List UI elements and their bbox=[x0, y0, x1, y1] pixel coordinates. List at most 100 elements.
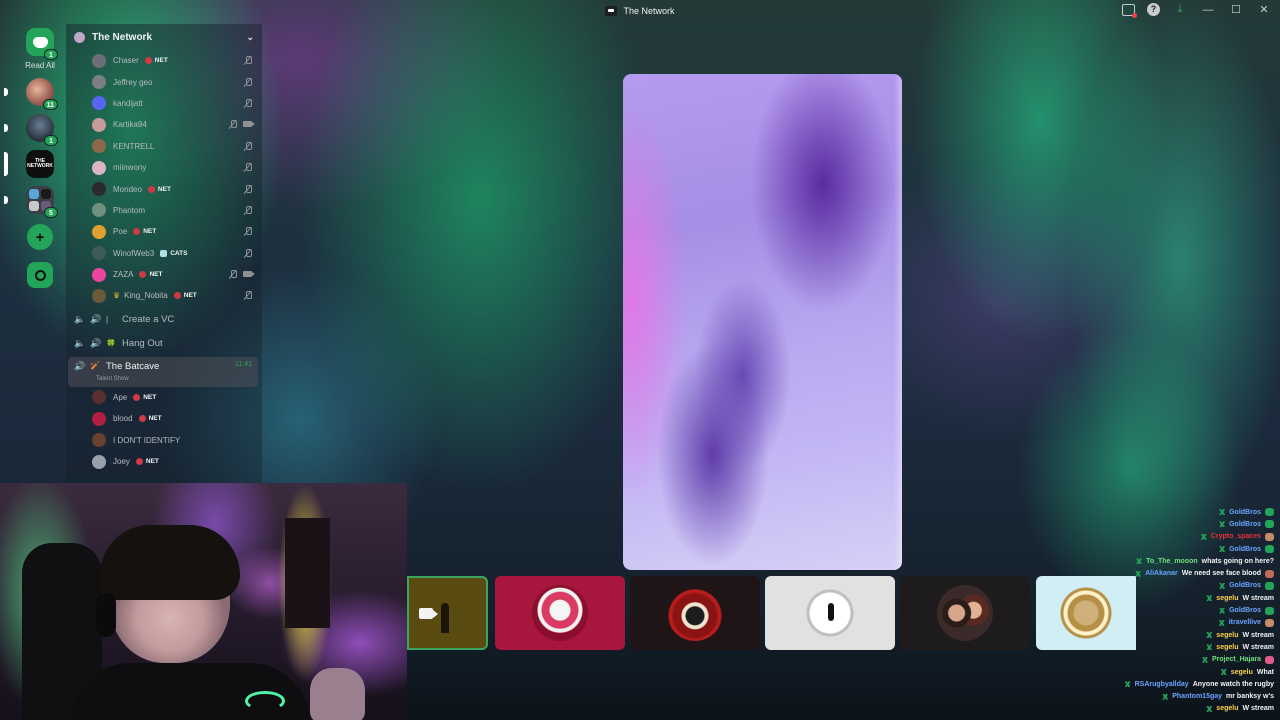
help-icon[interactable]: ? bbox=[1147, 3, 1160, 16]
chat-username[interactable]: segelu bbox=[1216, 595, 1238, 602]
user-name: Mondeo bbox=[113, 184, 142, 194]
chat-username[interactable]: segelu bbox=[1231, 669, 1253, 676]
volume-icon: 🔊 bbox=[90, 314, 102, 325]
channel-sidebar: The Network ⌄ Chaser NET Jeffrey geo kandij… bbox=[66, 24, 262, 484]
participant-tile[interactable] bbox=[900, 576, 1030, 650]
user-name: ZAZA bbox=[113, 270, 134, 280]
voice-user[interactable]: kandijatt bbox=[66, 93, 262, 114]
voice-channel[interactable]: 🔈 🔊 | Create a VC bbox=[66, 309, 262, 331]
chat-username[interactable]: GoldBros bbox=[1229, 607, 1261, 614]
voice-user[interactable]: I DON'T IDENTIFY bbox=[66, 429, 262, 450]
emote-icon bbox=[1265, 520, 1274, 529]
chat-message: To_The_mooon whats going on here? bbox=[1074, 555, 1274, 567]
maximize-icon[interactable]: ☐ bbox=[1228, 3, 1244, 16]
user-status-icons bbox=[229, 270, 255, 279]
unread-pill bbox=[4, 88, 8, 96]
avatar bbox=[92, 160, 106, 175]
download-icon[interactable]: ⤓ bbox=[1172, 3, 1188, 16]
badge-icon bbox=[1219, 521, 1226, 528]
chat-username[interactable]: Project_Hajara bbox=[1212, 656, 1261, 663]
badge-icon bbox=[1218, 619, 1225, 626]
server-folder[interactable]: 5 bbox=[4, 186, 58, 218]
video-edge bbox=[894, 74, 902, 570]
mic-muted-icon bbox=[244, 184, 252, 194]
close-icon[interactable]: ✕ bbox=[1256, 3, 1272, 16]
participant-tile[interactable] bbox=[630, 576, 760, 650]
explore-servers-button[interactable] bbox=[27, 262, 53, 288]
chat-username[interactable]: Crypto_spaces bbox=[1211, 533, 1261, 540]
user-name: Jeffrey geo bbox=[113, 77, 153, 87]
chat-message: Project_Hajara bbox=[1074, 654, 1274, 666]
read-all-button[interactable]: Read All bbox=[25, 61, 55, 70]
user-status-icons bbox=[244, 141, 252, 151]
folder-server-icon bbox=[29, 201, 39, 211]
add-server-button[interactable]: + bbox=[27, 224, 53, 250]
voice-user[interactable]: Mondeo NET bbox=[66, 178, 262, 199]
participant-tile[interactable] bbox=[495, 576, 625, 650]
badge-icon bbox=[1220, 669, 1227, 675]
chat-username[interactable]: itravellive bbox=[1229, 619, 1261, 626]
avatar bbox=[532, 585, 588, 641]
chat-message: GoldBros bbox=[1074, 506, 1274, 518]
active-channel-name: The Batcave bbox=[106, 360, 160, 372]
chat-username[interactable]: AliAkanar bbox=[1145, 570, 1178, 577]
main-video-stream[interactable] bbox=[623, 74, 902, 570]
server-icon-2[interactable]: 1 bbox=[4, 114, 58, 146]
chat-message: GoldBros bbox=[1074, 518, 1274, 530]
webcam-hair bbox=[100, 525, 240, 600]
chat-username[interactable]: GoldBros bbox=[1229, 582, 1261, 589]
voice-user[interactable]: Kartika94 bbox=[66, 114, 262, 135]
channel-emoji: 🏏 bbox=[90, 360, 100, 370]
chat-text: W stream bbox=[1242, 643, 1274, 651]
avatar bbox=[667, 585, 723, 641]
emote-icon bbox=[1265, 606, 1274, 615]
voice-user[interactable]: Ape NET bbox=[66, 387, 262, 408]
voice-channel-name: Create a VC bbox=[122, 314, 175, 326]
avatar bbox=[92, 433, 106, 448]
voice-channel[interactable]: 🔈 🔊 🍀 Hang Out bbox=[66, 333, 262, 355]
voice-user[interactable]: Poe NET bbox=[66, 221, 262, 242]
chat-username[interactable]: RSArugbyallday bbox=[1135, 681, 1189, 688]
speaker-icon: 🔊 bbox=[74, 360, 86, 371]
chat-username[interactable]: GoldBros bbox=[1229, 509, 1261, 516]
participant-tile-camera[interactable] bbox=[407, 576, 488, 650]
avatar bbox=[92, 454, 106, 469]
voice-user[interactable]: WinofWeb3 CATS bbox=[66, 243, 262, 264]
server-icon-1[interactable]: 11 bbox=[4, 78, 58, 110]
webcam-hand bbox=[310, 668, 365, 720]
chat-username[interactable]: GoldBros bbox=[1229, 521, 1261, 528]
chat-username[interactable]: Phantom15gay bbox=[1172, 693, 1222, 700]
participant-tile[interactable] bbox=[765, 576, 895, 650]
minimize-icon[interactable]: — bbox=[1200, 4, 1216, 16]
server-header[interactable]: The Network ⌄ bbox=[66, 24, 262, 50]
inbox-icon[interactable] bbox=[1122, 3, 1137, 18]
user-status-icons bbox=[244, 98, 252, 108]
voice-user[interactable]: miinwony bbox=[66, 157, 262, 178]
voice-user[interactable]: Jeffrey geo bbox=[66, 71, 262, 92]
voice-user[interactable]: Joey NET bbox=[66, 451, 262, 472]
voice-user[interactable]: Phantom bbox=[66, 200, 262, 221]
chat-message: segelu W stream bbox=[1074, 641, 1274, 653]
chat-username[interactable]: GoldBros bbox=[1229, 546, 1261, 553]
server-badge-2: 1 bbox=[44, 135, 58, 146]
badge-icon bbox=[1135, 570, 1142, 577]
voice-user[interactable]: KENTRELL bbox=[66, 136, 262, 157]
chat-username[interactable]: segelu bbox=[1216, 705, 1238, 712]
chat-username[interactable]: segelu bbox=[1216, 632, 1238, 639]
server-guild-icon bbox=[74, 31, 85, 43]
chat-username[interactable]: segelu bbox=[1216, 644, 1238, 651]
voice-user[interactable]: ZAZA NET bbox=[66, 264, 262, 285]
chat-username[interactable]: To_The_mooon bbox=[1146, 558, 1198, 565]
voice-user[interactable]: ♛ King_Nobita NET bbox=[66, 285, 262, 306]
badge-icon bbox=[1206, 705, 1213, 712]
voice-channel-the-batcave[interactable]: 🔊 🏏 The Batcave 11:41 Talent Show bbox=[68, 356, 258, 387]
voice-user[interactable]: Chaser NET bbox=[66, 50, 262, 71]
role-tag: NET bbox=[133, 228, 156, 235]
emote-icon bbox=[1265, 655, 1274, 664]
user-status-icons bbox=[244, 163, 252, 172]
chevron-down-icon[interactable]: ⌄ bbox=[246, 32, 254, 43]
direct-messages-button[interactable]: 1 bbox=[26, 28, 58, 60]
server-icon-the-network[interactable]: THE NETWORK bbox=[4, 150, 54, 178]
voice-user[interactable]: blood NET bbox=[66, 408, 262, 429]
user-name: KENTRELL bbox=[113, 141, 155, 151]
